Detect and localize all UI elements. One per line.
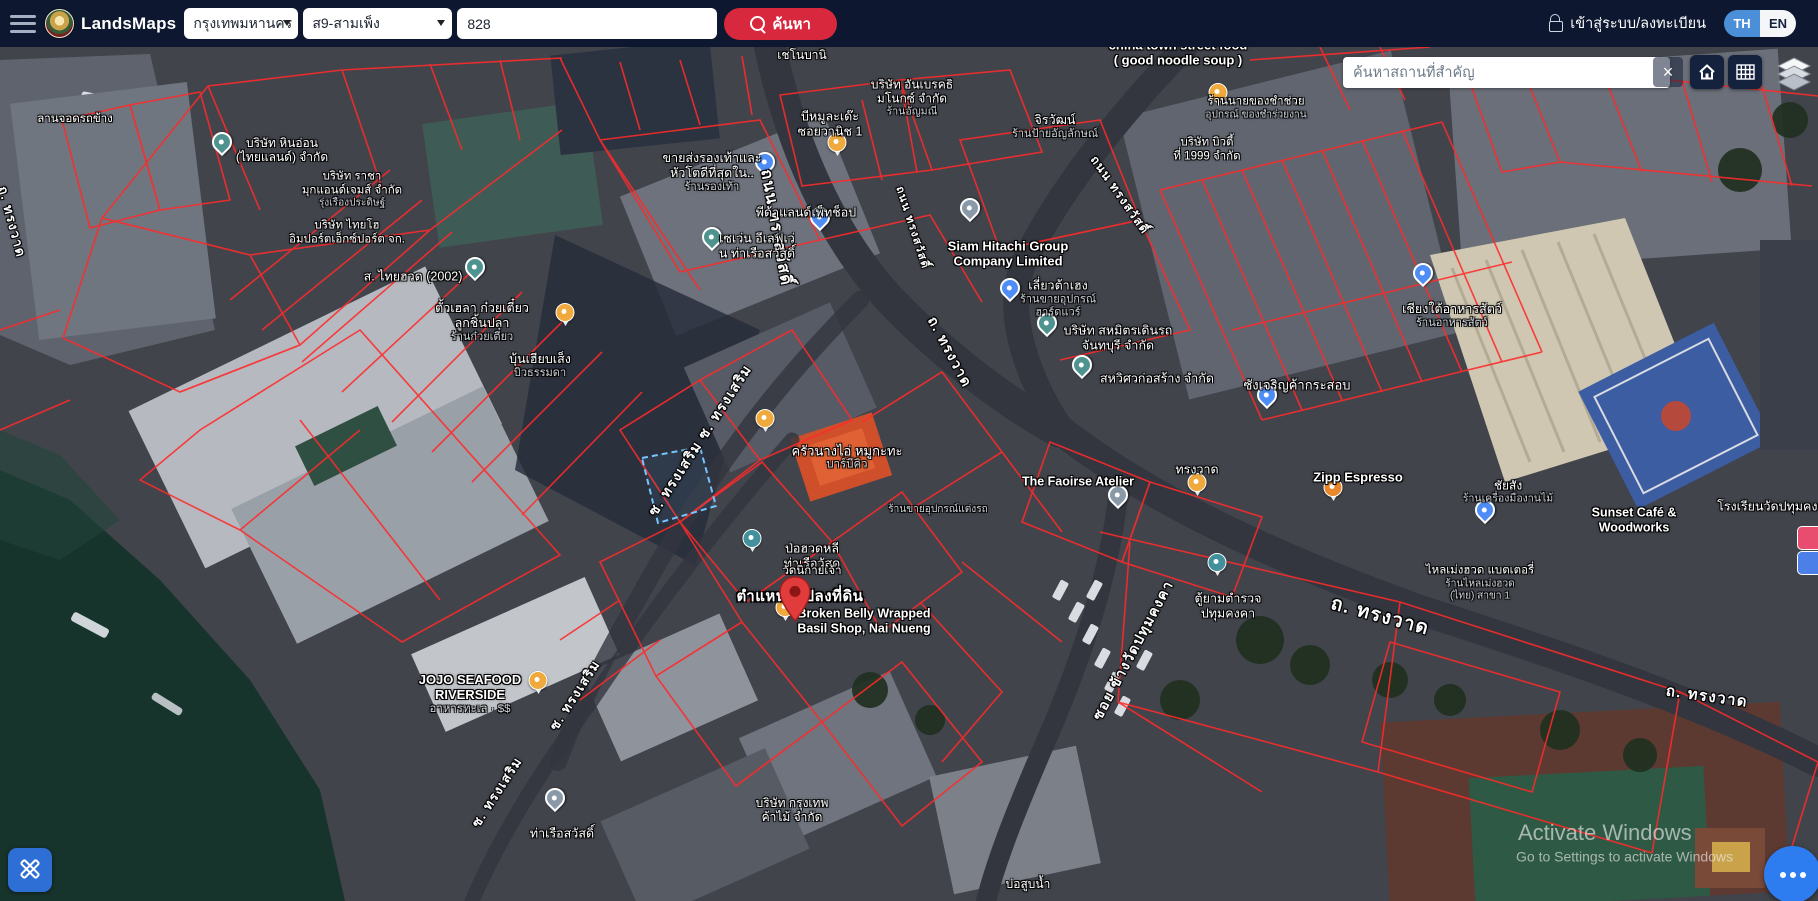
poi-label-sunset-cafe[interactable]: Sunset Café &Woodworks xyxy=(1592,505,1677,535)
clear-search-button[interactable]: × xyxy=(1653,57,1683,87)
generic-poi-pin[interactable] xyxy=(960,198,980,218)
poi-label-jojo-seafood[interactable]: JOJO SEAFOODRIVERSIDEอาหารทะเล · $$ xyxy=(419,672,522,716)
police-poi-pin[interactable] xyxy=(743,529,762,548)
poi-label[interactable]: ซังเจริญค้ากระสอบ xyxy=(1243,377,1350,392)
lock-icon xyxy=(1549,21,1563,32)
poi-label[interactable]: ทรงวาด xyxy=(1175,463,1218,478)
poi-label[interactable]: บริษัท หินอ่อน(ไทยแลนด์) จำกัด xyxy=(236,136,328,164)
poi-label-faoirse-atelier[interactable]: The Faoirse Atelier xyxy=(1022,475,1134,490)
poi-label[interactable]: บริษัท กรุงเทพค้าไม้ จำกัด xyxy=(756,796,829,824)
poi-label[interactable]: เซเว่น อีเลฟเว่น ท่าเรือสวัสดิ์ xyxy=(719,231,795,261)
generic-poi-pin[interactable] xyxy=(545,788,565,808)
restaurant-poi-pin[interactable] xyxy=(529,671,548,690)
shop-poi-pin[interactable] xyxy=(1000,278,1020,298)
app-header: LandsMaps กรุงเทพมหานคร ส9-สามเพ็ง ค้นหา… xyxy=(0,0,1818,47)
home-icon xyxy=(1698,63,1716,81)
poi-label-chinatown-food[interactable]: china town street food( good noodle soup… xyxy=(1109,47,1248,68)
search-icon xyxy=(750,16,765,31)
province-select[interactable]: กรุงเทพมหานคร xyxy=(184,8,298,39)
home-button[interactable] xyxy=(1690,55,1724,89)
poi-label[interactable]: บีหมูละเด๊ะซอยวานิช 1 xyxy=(798,109,863,139)
poi-label[interactable]: จิรวัฒน์ร้านป้ายอัญลักษณ์ xyxy=(1012,113,1098,141)
poi-label[interactable]: บ่อสูบน้ำ xyxy=(1006,877,1051,891)
edge-poi-icon[interactable] xyxy=(1797,551,1818,575)
poi-label[interactable]: บริษัท ไทยโฮอิมปอร์ตเอ็กซ์ปอร์ต จก. xyxy=(289,219,405,246)
poi-label[interactable]: ขายส่งรองเท้าและหัวโตดีที่สุดใน..ร้านรอง… xyxy=(663,151,762,193)
map-canvas[interactable]: china town street food( good noodle soup… xyxy=(0,47,1818,901)
poi-label[interactable]: ชัยสังร้านเครื่องมืองานไม้ xyxy=(1463,479,1553,506)
restaurant-poi-pin[interactable] xyxy=(556,303,575,322)
poi-label[interactable]: ลานจอดรถข้าง xyxy=(37,113,113,127)
poi-label-zipp-espresso[interactable]: Zipp Espresso xyxy=(1313,469,1403,484)
poi-label[interactable]: บริษัท บิวตี้ที่ 1999 จำกัด xyxy=(1173,136,1240,163)
search-button[interactable]: ค้นหา xyxy=(724,8,837,40)
dol-logo xyxy=(45,9,74,38)
poi-label[interactable]: บุ้นเฮียบเส็งบิวธรรมดา xyxy=(509,352,571,380)
poi-label[interactable]: ไหลเม่งฮวด แบตเตอรี่ร้านไหลเม่งฮวด(ไทย) … xyxy=(1426,564,1534,601)
chevron-down-icon xyxy=(283,20,291,26)
poi-label[interactable]: ร้านนายของชำช่วยอุปกรณ์ ของชำร่วยงาน xyxy=(1205,95,1306,121)
activate-windows-watermark-sub: Go to Settings to activate Windows xyxy=(1516,849,1733,866)
close-icon: × xyxy=(1663,62,1674,82)
poi-label-broken-belly[interactable]: Broken Belly WrappedBasil Shop, Nai Nuen… xyxy=(797,606,930,636)
poi-label[interactable]: พีด้าแลนด์เพ็ทช็อป xyxy=(756,206,856,221)
map-sheet-select[interactable]: ส9-สามเพ็ง xyxy=(303,8,452,39)
measure-tools-button[interactable] xyxy=(8,848,52,892)
poi-label[interactable]: ตั้วเฮลา ก๋วยเตี๋ยวลูกชิ้นปลาร้านก๋วยเตี… xyxy=(435,301,529,343)
activate-windows-watermark: Activate Windows xyxy=(1518,820,1692,846)
police-poi-pin[interactable] xyxy=(1208,553,1227,572)
grid-icon xyxy=(1736,64,1755,80)
poi-label[interactable]: โรงเรียนวัดปทุมคงคา xyxy=(1717,500,1818,515)
chevron-down-icon xyxy=(437,20,445,26)
poi-search-input[interactable] xyxy=(1343,57,1670,88)
poi-label[interactable]: ร้านขายอุปกรณ์แต่งรถ xyxy=(888,504,988,516)
layers-icon xyxy=(1774,52,1814,92)
restaurant-poi-pin[interactable] xyxy=(756,409,775,428)
poi-label[interactable]: บริษัท สหมิตรเดินรถจันทบุรี จำกัด xyxy=(1064,323,1173,353)
poi-label[interactable]: บริษัท ราชามุกแอนด์เจมส์ จำกัดรุ่งเรืองป… xyxy=(302,170,402,209)
poi-label-siam-hitachi[interactable]: Siam Hitachi GroupCompany Limited xyxy=(948,239,1069,270)
shop-poi-pin[interactable] xyxy=(1413,263,1433,283)
language-toggle: TH EN xyxy=(1724,10,1796,37)
poi-label[interactable]: เลี่ยวต้าเฮงร้านขายอุปกรณ์ฮาร์ดแวร์ xyxy=(1020,279,1096,320)
poi-label[interactable]: ตู้ยามตำรวจปทุมคงคา xyxy=(1195,591,1262,621)
poi-label[interactable]: ครัวนางไอ่ หมูกะทะบาร์บีคิว xyxy=(791,444,902,473)
lang-th-button[interactable]: TH xyxy=(1724,10,1760,37)
ruler-pencil-icon xyxy=(17,857,43,883)
poi-label[interactable]: ส. ไทยฮวด (2002) xyxy=(364,270,463,285)
app-title: LandsMaps xyxy=(81,14,176,34)
poi-label[interactable]: เชียงใต้อาหารสัตว์ร้านอาหารสัตว์ xyxy=(1402,302,1502,330)
login-register-link[interactable]: เข้าสู่ระบบ/ลงทะเบียน xyxy=(1549,12,1706,35)
poi-label[interactable]: สหวิศวก่อสร้าง จำกัด xyxy=(1100,372,1214,387)
parcel-location-pin[interactable] xyxy=(778,576,812,627)
edge-poi-icon[interactable] xyxy=(1797,526,1818,550)
grid-view-button[interactable] xyxy=(1728,55,1762,89)
poi-label[interactable]: บริษัท อันเบรคธิมโนกซ์ จำกัดร้านอัญมณี xyxy=(871,78,953,119)
parcel-number-input[interactable] xyxy=(457,8,717,39)
store-poi-pin[interactable] xyxy=(212,132,232,152)
hamburger-menu-icon[interactable] xyxy=(10,15,36,33)
poi-label[interactable]: เชโนบานิ xyxy=(777,48,826,62)
store-poi-pin[interactable] xyxy=(465,257,485,277)
poi-label[interactable]: ท่าเรือสวัสดิ์ xyxy=(530,827,594,842)
satellite-base-layer xyxy=(0,47,1818,901)
lang-en-button[interactable]: EN xyxy=(1760,10,1796,37)
store-poi-pin[interactable] xyxy=(1072,355,1092,375)
more-actions-button[interactable] xyxy=(1764,846,1818,901)
layers-button[interactable] xyxy=(1768,51,1810,93)
